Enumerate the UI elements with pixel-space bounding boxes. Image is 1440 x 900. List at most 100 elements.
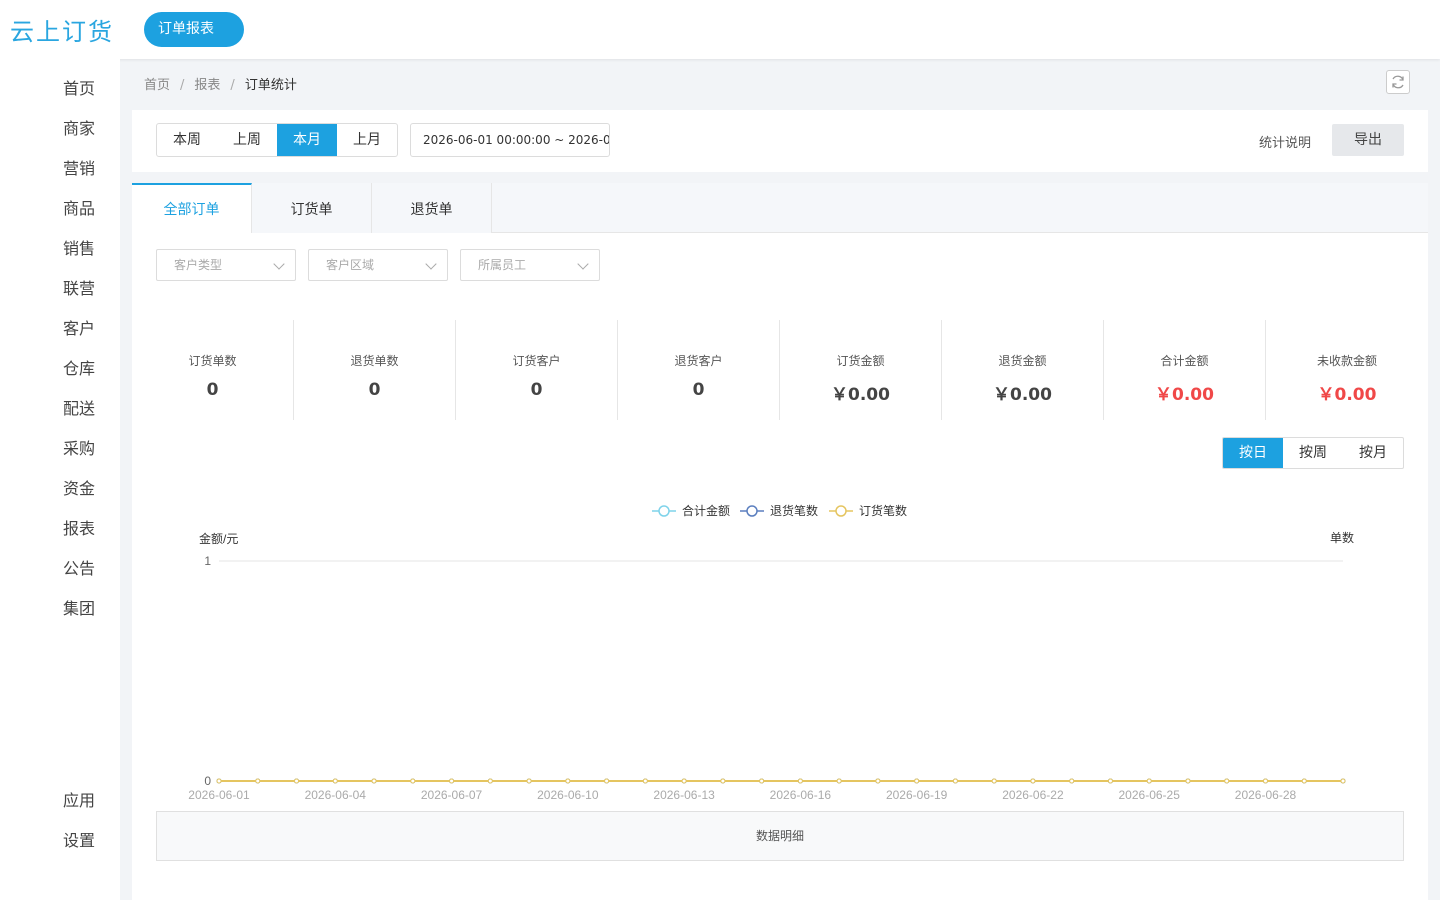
data-point — [565, 778, 571, 784]
data-detail-section[interactable]: 数据明细 — [156, 811, 1404, 861]
stat-label: 退货单数 — [350, 354, 399, 368]
stat-value: 0 — [206, 380, 219, 400]
granularity-week[interactable]: 按周 — [1283, 438, 1343, 468]
data-point — [1185, 778, 1191, 784]
data-point — [1030, 778, 1036, 784]
stat-total-amount: 合计金额 ￥0.00 — [1104, 320, 1266, 420]
stat-value: 0 — [692, 380, 705, 400]
sidebar-item-reports[interactable]: 报表 — [0, 509, 120, 549]
data-point — [1301, 778, 1307, 784]
tab-order-report[interactable]: 订单报表 — [144, 12, 244, 47]
data-point — [371, 778, 377, 784]
sidebar-item-announcements[interactable]: 公告 — [0, 549, 120, 589]
stat-value: ￥0.00 — [1155, 385, 1214, 405]
data-point — [914, 778, 920, 784]
data-point — [836, 778, 842, 784]
stat-label: 退货金额 — [998, 354, 1047, 368]
stat-order-amount: 订货金额 ￥0.00 — [780, 320, 942, 420]
y-axis-right-title: 单数 — [1330, 530, 1354, 545]
breadcrumb-separator: / — [180, 78, 185, 93]
tab-purchase-orders[interactable]: 订货单 — [252, 183, 372, 233]
y-axis-left-title: 金额/元 — [199, 531, 238, 546]
sidebar-item-apps[interactable]: 应用 — [0, 781, 120, 821]
period-this-week[interactable]: 本周 — [157, 124, 217, 156]
breadcrumb-home[interactable]: 首页 — [144, 78, 170, 93]
stat-help-link[interactable]: 统计说明 — [1259, 132, 1311, 151]
data-point — [797, 778, 803, 784]
data-point — [332, 778, 338, 784]
y-tick-label: 1 — [204, 554, 211, 568]
chevron-down-icon — [425, 258, 437, 270]
sidebar-item-merchant[interactable]: 商家 — [0, 109, 120, 149]
stat-value: ￥0.00 — [993, 385, 1052, 405]
granularity-month[interactable]: 按月 — [1343, 438, 1403, 468]
x-tick-label: 2026-06-22 — [1002, 788, 1064, 802]
data-point — [952, 778, 958, 784]
stat-value: 0 — [368, 380, 381, 400]
stat-unpaid-amount: 未收款金额 ￥0.00 — [1266, 320, 1428, 420]
sidebar: 首页 商家 营销 商品 销售 联营 客户 仓库 配送 采购 资金 报表 公告 集… — [0, 59, 120, 900]
x-tick-label: 2026-06-04 — [305, 788, 367, 802]
period-last-week[interactable]: 上周 — [217, 124, 277, 156]
sidebar-item-warehouse[interactable]: 仓库 — [0, 349, 120, 389]
data-point — [410, 778, 416, 784]
x-tick-label: 2026-06-01 — [188, 788, 250, 802]
stat-value: 0 — [530, 380, 543, 400]
sidebar-item-delivery[interactable]: 配送 — [0, 389, 120, 429]
app-logo[interactable]: 云上订货 — [10, 12, 114, 47]
sidebar-item-sales[interactable]: 销售 — [0, 229, 120, 269]
data-point — [487, 778, 493, 784]
sidebar-item-joint[interactable]: 联营 — [0, 269, 120, 309]
sidebar-item-customers[interactable]: 客户 — [0, 309, 120, 349]
customer-type-select[interactable]: 客户类型 — [156, 249, 296, 281]
select-placeholder: 客户类型 — [174, 258, 223, 272]
legend-label: 退货笔数 — [770, 503, 818, 518]
customer-region-select[interactable]: 客户区域 — [308, 249, 448, 281]
granularity-day[interactable]: 按日 — [1223, 438, 1283, 468]
breadcrumb-reports[interactable]: 报表 — [194, 78, 220, 93]
stat-label: 订货金额 — [836, 354, 885, 368]
breadcrumb: 首页 / 报表 / 订单统计 — [144, 74, 297, 93]
x-tick-label: 2026-06-28 — [1235, 788, 1297, 802]
sidebar-item-funds[interactable]: 资金 — [0, 469, 120, 509]
data-point — [604, 778, 610, 784]
date-range-input[interactable]: 2026-06-01 00:00:00 ~ 2026-06- — [410, 123, 610, 157]
sidebar-item-settings[interactable]: 设置 — [0, 821, 120, 861]
legend-label: 合计金额 — [682, 503, 730, 518]
stat-value: ￥0.00 — [1317, 385, 1377, 405]
data-point — [1224, 778, 1230, 784]
legend-marker — [835, 505, 847, 517]
order-trend-chart: 合计金额 退货笔数 订货笔数金额/元 单数 0 1 2026-06-01 2026-06-04… — [188, 503, 1354, 802]
sidebar-item-purchase[interactable]: 采购 — [0, 429, 120, 469]
chevron-down-icon — [577, 258, 589, 270]
x-tick-label: 2026-06-16 — [770, 788, 832, 802]
export-button[interactable]: 导出 — [1332, 124, 1404, 156]
sidebar-item-group[interactable]: 集团 — [0, 589, 120, 629]
x-tick-label: 2026-06-07 — [421, 788, 483, 802]
sidebar-item-marketing[interactable]: 营销 — [0, 149, 120, 189]
data-point — [216, 778, 222, 784]
chevron-down-icon — [273, 258, 285, 270]
sidebar-item-products[interactable]: 商品 — [0, 189, 120, 229]
period-last-month[interactable]: 上月 — [337, 124, 397, 156]
y-tick-label: 0 — [204, 774, 211, 788]
breadcrumb-separator: / — [230, 78, 235, 93]
stat-order-count: 订货单数 0 — [132, 320, 294, 420]
sidebar-item-home[interactable]: 首页 — [0, 69, 120, 109]
period-this-month[interactable]: 本月 — [277, 124, 337, 156]
staff-select[interactable]: 所属员工 — [460, 249, 600, 281]
stat-return-customers: 退货客户 0 — [618, 320, 780, 420]
tab-return-orders[interactable]: 退货单 — [372, 183, 492, 233]
legend-marker — [658, 505, 670, 517]
tab-all-orders[interactable]: 全部订单 — [132, 183, 252, 233]
refresh-button[interactable] — [1386, 70, 1410, 94]
x-tick-label: 2026-06-19 — [886, 788, 948, 802]
refresh-icon — [1392, 75, 1404, 89]
stat-order-customers: 订货客户 0 — [456, 320, 618, 420]
stat-value: ￥0.00 — [831, 385, 890, 405]
x-tick-label: 2026-06-10 — [537, 788, 599, 802]
data-point — [1107, 778, 1113, 784]
data-point — [1340, 778, 1346, 784]
select-placeholder: 客户区域 — [326, 258, 375, 272]
legend-label: 订货笔数 — [859, 503, 907, 518]
